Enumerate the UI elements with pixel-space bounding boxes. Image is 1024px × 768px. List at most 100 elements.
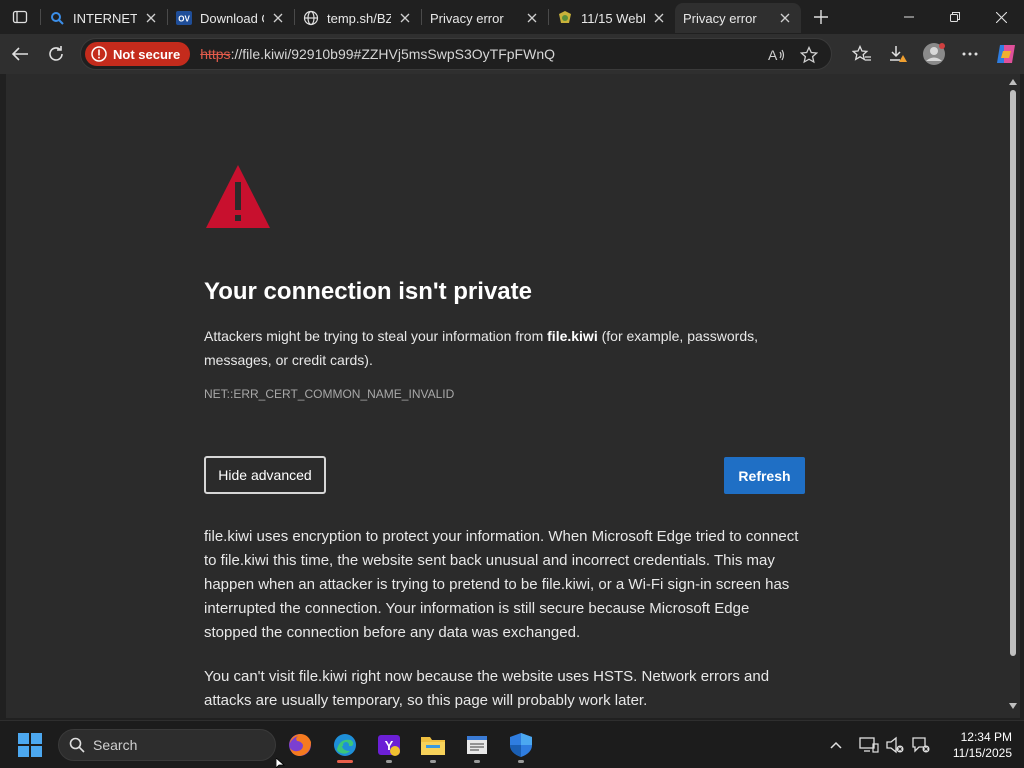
hsts-paragraph: You can't visit file.kiwi right now beca… (204, 668, 770, 709)
windows-security-icon (510, 733, 532, 757)
desc-before: Attackers might be trying to steal your … (204, 328, 548, 344)
notepad-taskbar-button[interactable] (459, 727, 495, 763)
active-indicator (337, 760, 353, 763)
warning-triangle-icon (204, 162, 272, 235)
screen: INTERNETEXPLORER OV Download OV temp.sh/… (0, 0, 1024, 768)
close-icon[interactable] (397, 10, 413, 26)
warning-shield-icon (91, 46, 107, 62)
close-icon[interactable] (651, 10, 667, 26)
settings-more-button[interactable] (952, 36, 988, 72)
back-button[interactable] (2, 38, 38, 70)
chat-bubble-icon (912, 737, 930, 753)
search-label: Search (93, 737, 138, 753)
tab-title: Privacy error (430, 10, 504, 26)
firefox-icon (289, 734, 311, 756)
favorites-icon (852, 45, 871, 61)
system-tray: 12:34 PM 11/15/2025 (823, 721, 1024, 768)
start-button[interactable] (14, 729, 46, 761)
not-secure-label: Not secure (113, 46, 181, 62)
close-icon[interactable] (524, 10, 540, 26)
windows-logo-icon (18, 733, 42, 757)
yahoo-mail-taskbar-button[interactable]: Y (371, 727, 407, 763)
taskbar-search[interactable]: Search (58, 729, 276, 761)
notifications-button[interactable] (909, 733, 933, 757)
close-window-button[interactable] (978, 0, 1024, 34)
error-description: Attackers might be trying to steal your … (204, 324, 804, 372)
restore-button[interactable] (932, 0, 978, 34)
clock-time: 12:34 PM (960, 730, 1012, 744)
advanced-details-paragraph: file.kiwi uses encryption to protect you… (204, 528, 799, 641)
minimize-button[interactable] (886, 0, 932, 34)
star-icon (800, 46, 818, 64)
refresh-page-button[interactable]: Refresh (724, 457, 805, 494)
address-bar[interactable]: Not secure https://file.kiwi/92910b99#ZZ… (80, 38, 832, 70)
running-indicator (386, 760, 392, 763)
network-button[interactable] (857, 733, 881, 757)
file-explorer-icon (421, 737, 445, 755)
browser-toolbar: Not secure https://file.kiwi/92910b99#ZZ… (0, 34, 1024, 74)
tab-temp-sh[interactable]: temp.sh/BZnGK (295, 3, 421, 33)
file-explorer-taskbar-button[interactable] (415, 727, 451, 763)
tab-privacy-error-active[interactable]: Privacy error (675, 3, 801, 33)
tab-title: temp.sh/BZnGK (327, 10, 391, 26)
favorite-star-button[interactable] (793, 39, 825, 71)
more-dots-icon (962, 52, 978, 56)
back-arrow-icon (11, 47, 28, 61)
close-icon[interactable] (270, 10, 286, 26)
windows-security-taskbar-button[interactable] (503, 727, 539, 763)
scroll-down-arrow-icon[interactable] (1009, 702, 1017, 710)
download-warning-icon (890, 46, 907, 62)
running-indicator (474, 760, 480, 763)
copilot-button[interactable] (988, 36, 1024, 72)
chevron-up-icon (830, 741, 842, 749)
tab-title: Download OV (200, 10, 264, 26)
clock[interactable]: 12:34 PM 11/15/2025 (942, 729, 1012, 761)
not-secure-badge[interactable]: Not secure (85, 42, 191, 66)
tab-title: 11/15 WebFile (581, 10, 645, 26)
desc-host: file.kiwi (547, 328, 598, 344)
scroll-thumb[interactable] (1010, 90, 1016, 656)
volume-button[interactable] (883, 733, 907, 757)
read-aloud-button[interactable]: A (761, 39, 793, 71)
copilot-icon (997, 45, 1015, 63)
page-title: Your connection isn't private (204, 278, 532, 305)
new-tab-button[interactable] (805, 1, 837, 33)
svg-text:A: A (768, 47, 778, 63)
error-code[interactable]: NET::ERR_CERT_COMMON_NAME_INVALID (204, 387, 454, 401)
scroll-up-arrow-icon[interactable] (1009, 78, 1017, 86)
volume-muted-icon (886, 736, 904, 754)
taskbar: Search Y 12:34 PM 11/15/2025 (0, 720, 1024, 768)
avatar-icon (923, 43, 945, 65)
notepad-icon (467, 736, 487, 754)
close-icon[interactable] (143, 10, 159, 26)
edge-icon (334, 734, 356, 756)
profile-button[interactable] (916, 36, 952, 72)
tab-webfile[interactable]: 11/15 WebFile (549, 3, 675, 33)
url-text[interactable]: https://file.kiwi/92910b99#ZZHVj5msSwpS3… (200, 46, 555, 62)
show-hidden-icons-button[interactable] (824, 733, 848, 757)
tab-actions-button[interactable] (0, 0, 40, 34)
shield-favicon-icon (557, 10, 573, 26)
toolbar-right (844, 34, 1024, 74)
read-aloud-icon: A (768, 47, 785, 63)
tab-strip: INTERNETEXPLORER OV Download OV temp.sh/… (0, 0, 1024, 34)
tab-internetexplorer[interactable]: INTERNETEXPLORER (41, 3, 167, 33)
page-content: Your connection isn't private Attackers … (6, 74, 1006, 718)
close-icon[interactable] (777, 10, 793, 26)
restore-icon (950, 12, 960, 22)
favorites-button[interactable] (844, 36, 880, 72)
tab-title: Privacy error (683, 10, 757, 26)
running-indicator (518, 760, 524, 763)
hide-advanced-button[interactable]: Hide advanced (204, 456, 326, 494)
tab-download-ov[interactable]: OV Download OV (168, 3, 294, 33)
search-favicon-icon (49, 10, 65, 26)
clock-date: 11/15/2025 (952, 746, 1012, 760)
edge-taskbar-button[interactable] (327, 727, 363, 763)
firefox-taskbar-button[interactable] (282, 727, 318, 763)
globe-icon (303, 10, 319, 26)
page-scrollbar[interactable] (1006, 74, 1020, 718)
downloads-button[interactable] (880, 36, 916, 72)
tab-privacy-error[interactable]: Privacy error (422, 3, 548, 33)
refresh-button[interactable] (38, 38, 74, 70)
url-scheme: https (200, 46, 231, 62)
